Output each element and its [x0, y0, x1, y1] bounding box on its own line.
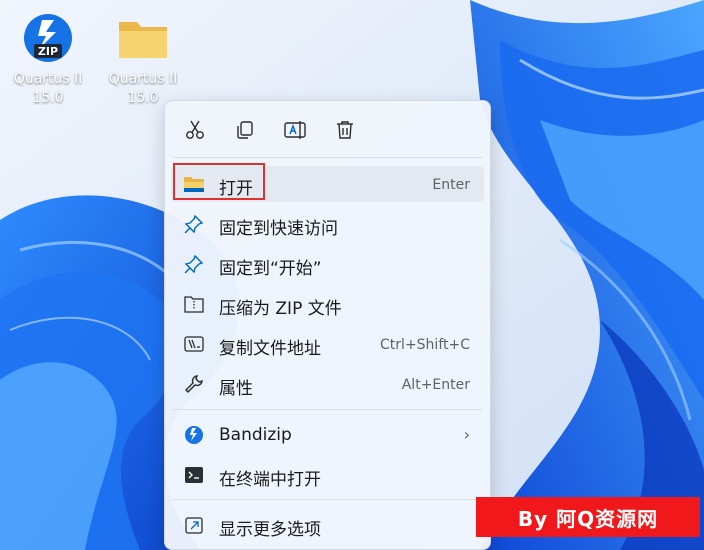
menu-item-label: 在终端中打开 — [219, 470, 321, 490]
menu-item-pin-start[interactable]: 固定到“开始” — [171, 246, 484, 282]
delete-icon[interactable] — [332, 117, 358, 143]
menu-item-copy-path[interactable]: 复制文件地址 Ctrl+Shift+C — [171, 326, 484, 362]
menu-item-label: 固定到快速访问 — [219, 219, 338, 239]
menu-item-label: 固定到“开始” — [219, 259, 322, 279]
highlight-box — [173, 163, 265, 200]
desktop-icon-label-line1: Quartus II — [13, 71, 83, 87]
menu-item-properties[interactable]: 属性 Alt+Enter — [171, 366, 484, 402]
more-options-icon — [183, 515, 205, 535]
menu-item-label: Bandizip — [219, 425, 292, 445]
menu-separator — [173, 157, 482, 158]
desktop-icon-quartus-folder[interactable]: Quartus II 15.0 — [103, 12, 183, 108]
menu-item-shortcut: Enter — [432, 177, 470, 193]
menu-item-label: 压缩为 ZIP 文件 — [219, 299, 342, 319]
menu-item-label: 属性 — [219, 379, 253, 399]
zip-badge: ZIP — [38, 45, 58, 58]
watermark-banner: By 阿Q资源网 — [476, 497, 700, 537]
chevron-right-icon: › — [463, 425, 470, 444]
menu-item-show-more-options[interactable]: 显示更多选项 — [171, 507, 484, 543]
zip-folder-icon — [183, 294, 205, 314]
menu-item-compress-zip[interactable]: 压缩为 ZIP 文件 — [171, 286, 484, 322]
pin-icon — [183, 254, 205, 274]
wrench-icon — [183, 374, 205, 394]
menu-item-open-terminal[interactable]: 在终端中打开 — [171, 457, 484, 493]
bandizip-zip-icon: ZIP — [22, 12, 74, 64]
menu-separator — [173, 409, 482, 410]
folder-icon — [117, 12, 169, 64]
desktop-icon-label-line2: 15.0 — [32, 90, 64, 106]
rename-icon[interactable] — [282, 117, 308, 143]
desktop-icon-label-line1: Quartus II — [108, 71, 178, 87]
menu-item-shortcut: Alt+Enter — [401, 377, 470, 393]
menu-item-label: 显示更多选项 — [219, 520, 321, 540]
desktop-icon-quartus-zip[interactable]: ZIP Quartus II 15.0 — [8, 12, 88, 108]
menu-separator — [173, 499, 482, 500]
quick-actions-bar — [165, 101, 490, 157]
pin-icon — [183, 214, 205, 234]
menu-item-label: 复制文件地址 — [219, 339, 321, 359]
menu-item-shortcut: Ctrl+Shift+C — [380, 337, 470, 353]
terminal-icon — [183, 465, 205, 485]
bandizip-icon — [183, 425, 205, 445]
menu-item-pin-quick-access[interactable]: 固定到快速访问 — [171, 206, 484, 242]
cut-icon[interactable] — [182, 117, 208, 143]
copy-icon[interactable] — [232, 117, 258, 143]
copy-path-icon — [183, 334, 205, 354]
menu-item-bandizip[interactable]: Bandizip › — [171, 417, 484, 453]
